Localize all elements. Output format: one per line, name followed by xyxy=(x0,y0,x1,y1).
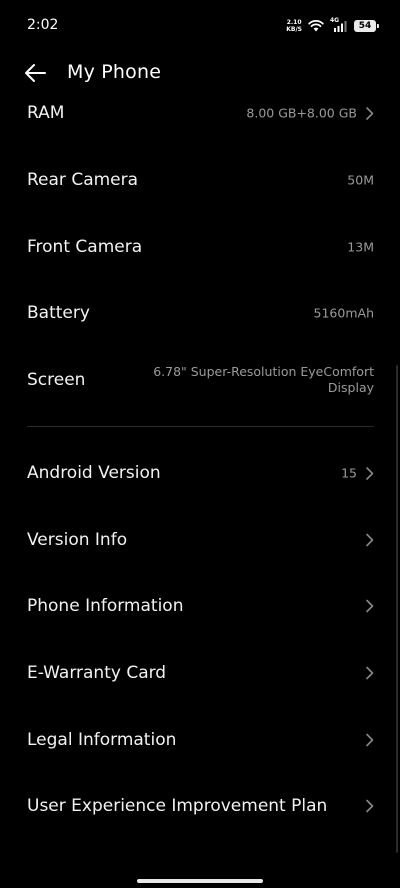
chevron-right-icon xyxy=(365,533,374,547)
spec-value: 6.78" Super-Resolution EyeComfort Displa… xyxy=(153,364,374,396)
chevron-right-icon xyxy=(365,466,374,480)
spec-value: 13M xyxy=(347,239,374,255)
chevron-right-icon xyxy=(365,666,374,680)
list-item-label: Phone Information xyxy=(27,596,184,617)
spec-value: 8.00 GB+8.00 GB xyxy=(246,105,357,121)
list-item-label: Android Version xyxy=(27,463,161,484)
spec-row-battery: Battery 5160mAh xyxy=(0,280,400,347)
list-item-phone-information[interactable]: Phone Information xyxy=(0,573,400,640)
list-item-legal-information[interactable]: Legal Information xyxy=(0,706,400,773)
battery-level: 54 xyxy=(358,21,372,31)
network-speed: 2.10 KB/S xyxy=(286,19,302,33)
home-indicator[interactable] xyxy=(137,879,263,883)
chevron-right-icon xyxy=(365,799,374,813)
spec-row-front-camera: Front Camera 13M xyxy=(0,214,400,281)
info-list: Android Version 15 Version Info Phone In… xyxy=(0,440,400,840)
spec-value: 50M xyxy=(347,172,374,188)
scrollbar[interactable] xyxy=(396,365,398,853)
network-speed-value: 2.10 xyxy=(286,19,302,26)
spec-row-ram[interactable]: RAM 8.00 GB+8.00 GB xyxy=(0,79,400,147)
spec-label: RAM xyxy=(27,103,65,123)
spec-label: Battery xyxy=(27,303,90,324)
section-divider xyxy=(27,426,374,427)
list-item-label: Version Info xyxy=(27,529,128,550)
list-item-e-warranty-card[interactable]: E-Warranty Card xyxy=(0,640,400,707)
list-item-android-version[interactable]: Android Version 15 xyxy=(0,440,400,507)
status-bar: 2:02 2.10 KB/S 4G 54 xyxy=(0,0,400,50)
list-item-label: User Experience Improvement Plan xyxy=(27,796,328,817)
chevron-right-icon xyxy=(365,599,374,613)
spec-label: Rear Camera xyxy=(27,170,139,191)
list-item-user-experience-improvement-plan[interactable]: User Experience Improvement Plan xyxy=(0,773,400,840)
spec-label: Front Camera xyxy=(27,236,143,257)
list-item-label: Legal Information xyxy=(27,729,177,750)
battery-icon: 54 xyxy=(354,20,379,32)
status-time: 2:02 xyxy=(27,17,59,33)
network-speed-unit: KB/S xyxy=(286,26,302,33)
spec-value: 5160mAh xyxy=(313,305,374,321)
list-item-label: E-Warranty Card xyxy=(27,663,167,684)
list-item-version-info[interactable]: Version Info xyxy=(0,507,400,574)
cellular-signal-icon: 4G xyxy=(330,17,348,33)
spec-label: Screen xyxy=(27,370,86,391)
spec-row-rear-camera: Rear Camera 50M xyxy=(0,147,400,214)
chevron-right-icon xyxy=(365,106,374,120)
wifi-icon xyxy=(308,17,324,36)
status-icons: 2.10 KB/S 4G 54 xyxy=(286,16,379,36)
list-item-value: 15 xyxy=(341,465,357,481)
specs-list: RAM 8.00 GB+8.00 GB Rear Camera 50M Fron… xyxy=(0,79,400,413)
spec-row-screen: Screen 6.78" Super-Resolution EyeComfort… xyxy=(0,347,400,414)
chevron-right-icon xyxy=(365,733,374,747)
